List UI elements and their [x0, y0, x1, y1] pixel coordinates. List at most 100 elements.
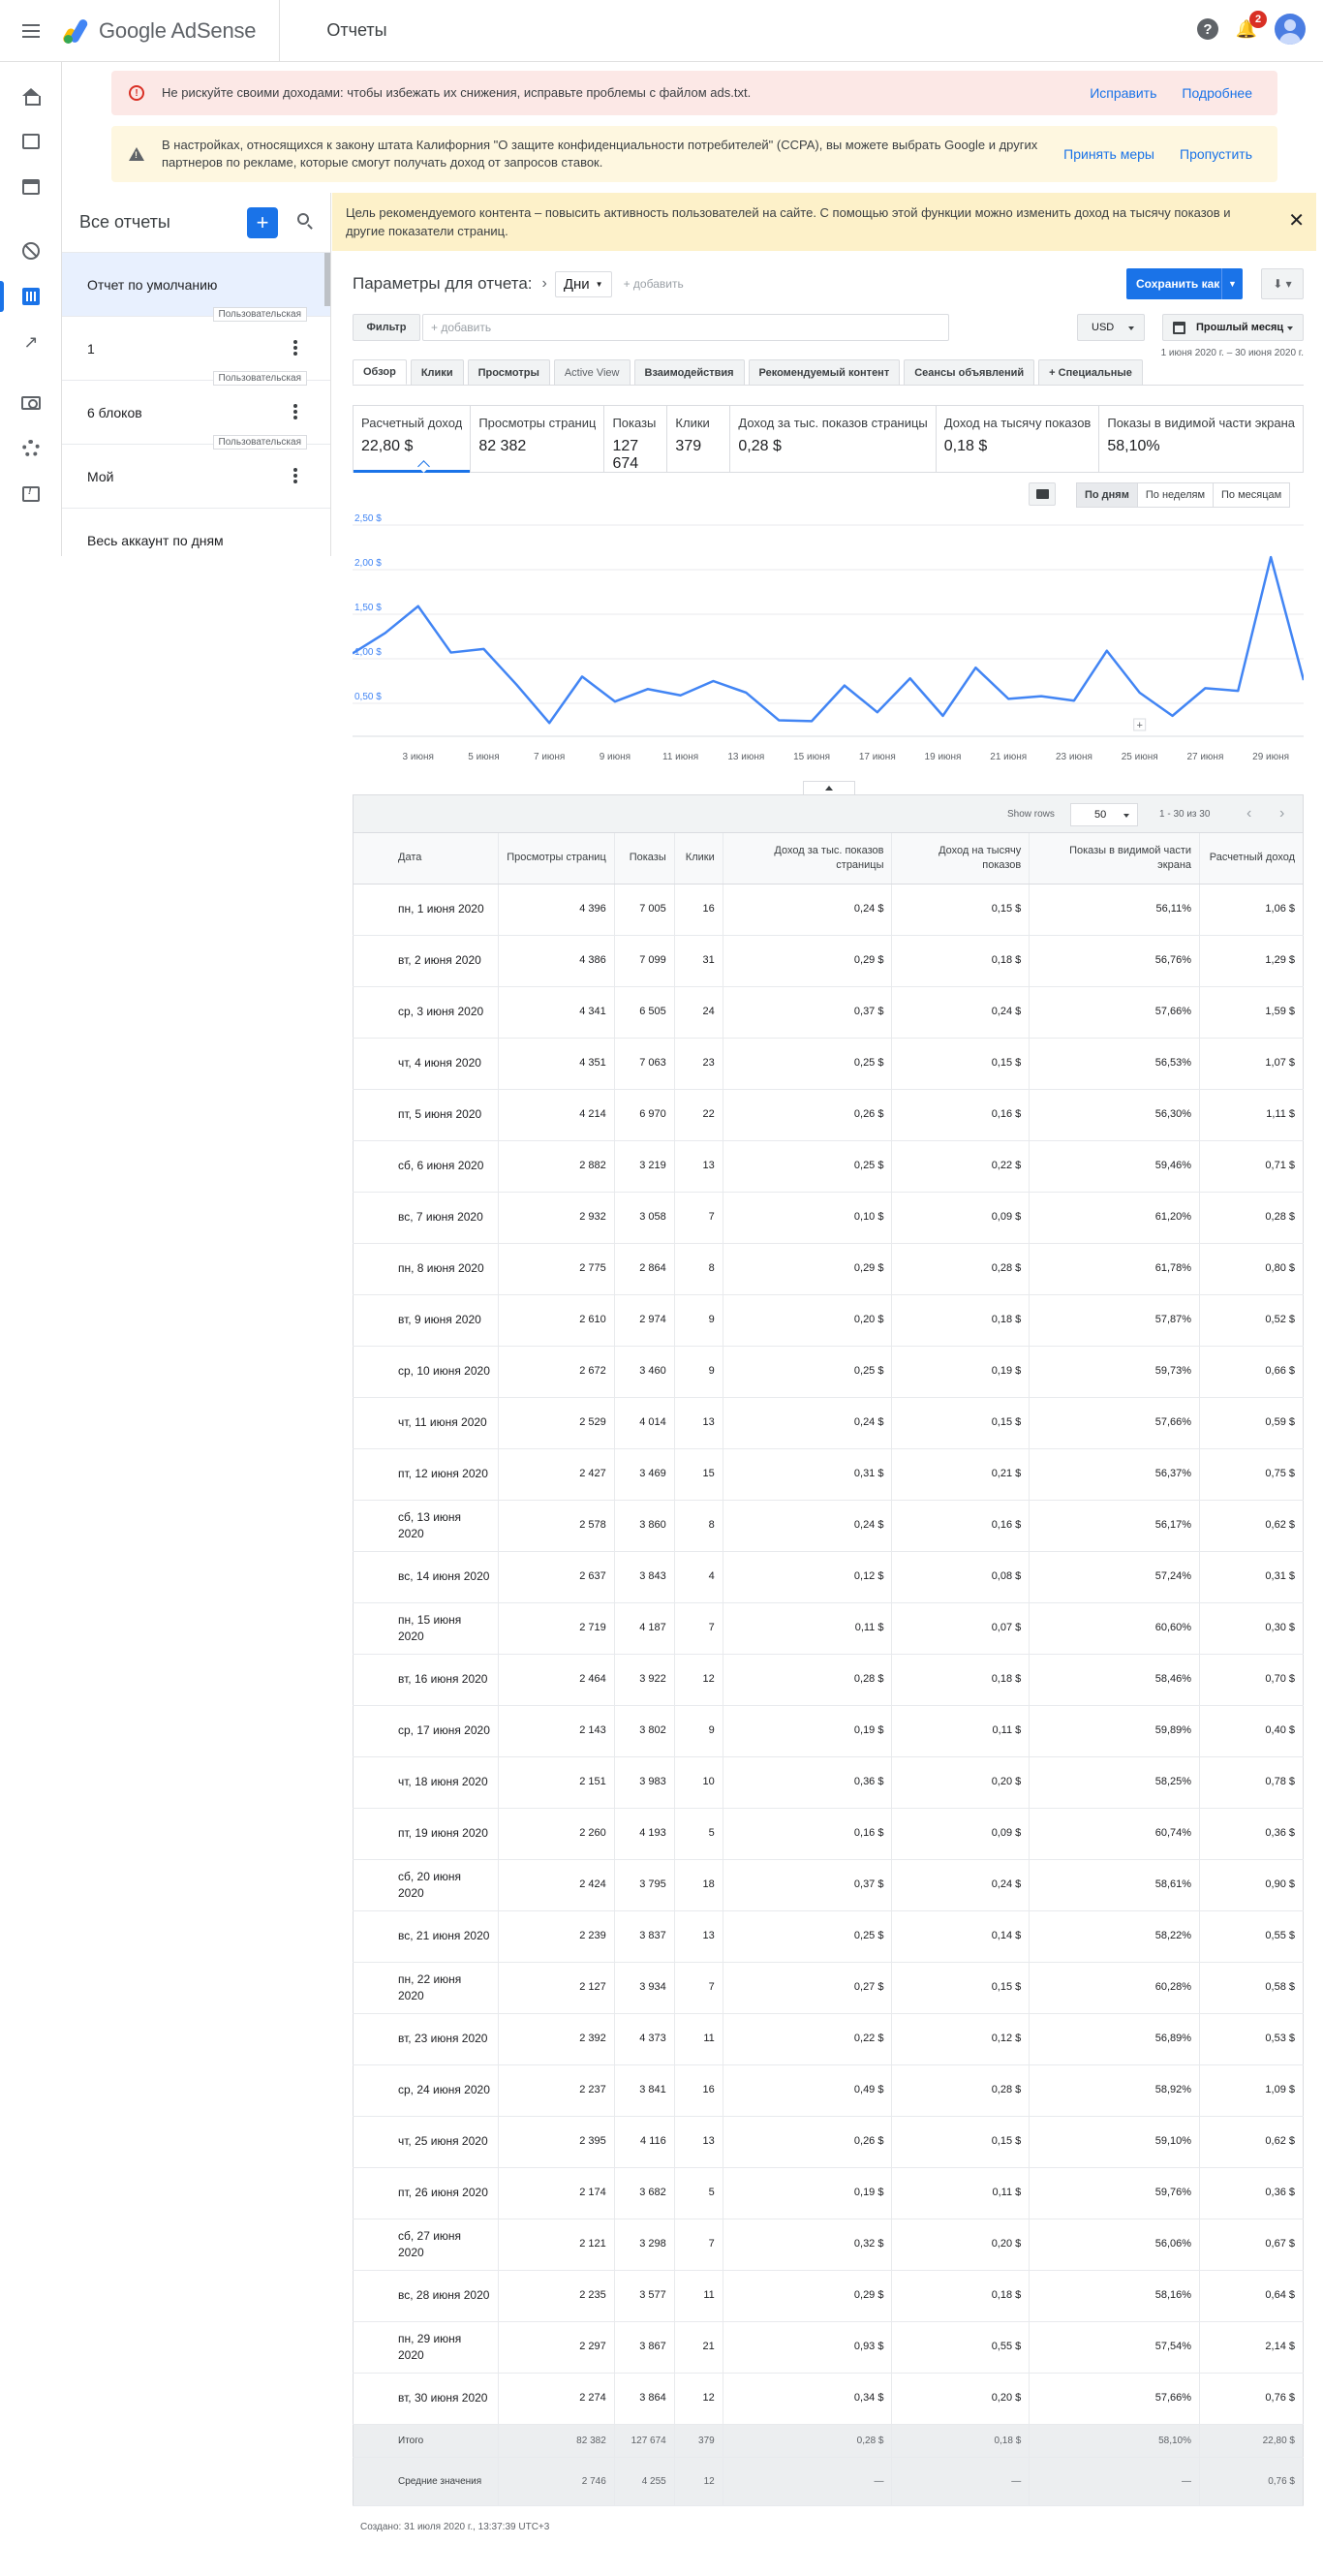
report-item-label: 6 блоков: [87, 404, 142, 420]
column-header[interactable]: Клики: [674, 833, 723, 885]
kpi-clicks[interactable]: Клики 379: [667, 406, 731, 472]
by-week-button[interactable]: По неделям: [1136, 482, 1215, 508]
table-cell: 2 610: [498, 1294, 615, 1347]
help-icon[interactable]: ?: [1197, 18, 1218, 40]
ads-txt-alert-text: Не рискуйте своими доходами: чтобы избеж…: [162, 85, 752, 100]
feedback-icon[interactable]: [0, 473, 62, 515]
save-as-button[interactable]: Сохранить как ▼: [1126, 268, 1243, 299]
table-cell: вт, 9 июня 2020: [353, 1294, 499, 1347]
column-header[interactable]: Доход на тысячу показов: [891, 833, 1031, 885]
table-cell: 12: [674, 1654, 723, 1706]
column-header[interactable]: Расчетный доход: [1199, 833, 1304, 885]
more-vert-icon[interactable]: [293, 340, 297, 344]
table-cell: 3 577: [614, 2270, 675, 2322]
table-cell: 0,15 $: [891, 1038, 1031, 1090]
table-cell: 3 934: [614, 1962, 675, 2014]
download-button[interactable]: ⬇ ▾: [1261, 268, 1304, 299]
report-item-label: Весь аккаунт по дням: [87, 533, 224, 548]
table-cell: 59,46%: [1029, 1140, 1201, 1193]
table-cell: 1,29 $: [1199, 935, 1304, 987]
optimization-icon[interactable]: ↗: [0, 321, 62, 363]
home-icon[interactable]: [0, 75, 62, 117]
comment-icon[interactable]: [1029, 482, 1056, 506]
tab-clicks[interactable]: Клики: [410, 359, 464, 385]
more-vert-icon[interactable]: [293, 468, 297, 472]
kpi-impression-rpm[interactable]: Доход на тысячу показов 0,18 $: [937, 406, 1100, 472]
sites-icon[interactable]: [0, 166, 62, 208]
table-row: сб, 20 июня 2020 2 424 3 795 18 0,37 $0,24 $…: [353, 1859, 1304, 1911]
kpi-estimated-earnings[interactable]: Расчетный доход 22,80 $: [354, 406, 472, 473]
table-cell: 0,71 $: [1199, 1140, 1304, 1193]
menu-icon[interactable]: [0, 0, 62, 62]
by-month-button[interactable]: По месяцам: [1213, 482, 1291, 508]
table-cell: 2 235: [498, 2270, 615, 2322]
period-select[interactable]: Прошлый месяц: [1162, 314, 1304, 341]
learn-more-link[interactable]: Подробнее: [1182, 85, 1252, 101]
table-cell: 2 464: [498, 1654, 615, 1706]
tab-custom[interactable]: + Специальные: [1038, 359, 1143, 385]
kpi-page-rpm[interactable]: Доход за тыс. показов страницы 0,28 $: [730, 406, 937, 472]
table-cell: 22: [674, 1089, 723, 1141]
column-header[interactable]: Просмотры страниц: [498, 833, 615, 885]
save-menu-arrow-icon[interactable]: ▼: [1221, 268, 1243, 299]
search-icon[interactable]: [297, 213, 309, 225]
column-header[interactable]: Показы в видимой части экрана: [1029, 833, 1201, 885]
collapse-chart-icon[interactable]: [803, 781, 855, 794]
tab-views[interactable]: Просмотры: [467, 359, 550, 385]
kpi-page-views[interactable]: Просмотры страниц 82 382: [471, 406, 605, 472]
adsense-logo[interactable]: Google AdSense: [61, 0, 281, 62]
blocking-controls-icon[interactable]: [0, 230, 62, 272]
table-cell: 1,09 $: [1199, 2064, 1304, 2117]
report-item-my[interactable]: Пользовательская Мой: [62, 435, 330, 509]
next-page-icon[interactable]: ›: [1279, 805, 1284, 822]
avatar[interactable]: [1275, 14, 1306, 45]
dimension-value: Дни: [563, 275, 590, 293]
more-vert-icon[interactable]: [293, 404, 297, 408]
table-row: сб, 27 июня 2020 2 121 3 298 7 0,32 $0,20 $5…: [353, 2219, 1304, 2271]
table-row: пн, 29 июня 2020 2 297 3 867 21 0,93 $0,55 $…: [353, 2321, 1304, 2374]
ads-icon[interactable]: [0, 120, 62, 163]
column-header[interactable]: Показы: [614, 833, 675, 885]
table-cell: 0,19 $: [723, 2167, 893, 2219]
show-rows-label: Show rows: [1007, 809, 1055, 820]
table-cell: пн, 8 июня 2020: [353, 1243, 499, 1295]
filter-input[interactable]: + добавить: [422, 314, 949, 341]
tab-ad-sessions[interactable]: Сеансы объявлений: [904, 359, 1035, 385]
dimension-dropdown[interactable]: Дни ▼: [554, 270, 612, 297]
prev-page-icon[interactable]: ‹: [1246, 805, 1251, 822]
table-cell: 61,78%: [1029, 1243, 1201, 1295]
table-cell: 0,31 $: [723, 1448, 893, 1501]
kpi-impressions[interactable]: Показы 127 674: [604, 406, 668, 472]
add-report-button[interactable]: +: [247, 207, 278, 238]
settings-icon[interactable]: [0, 427, 62, 470]
skip-link[interactable]: Пропустить: [1180, 146, 1252, 162]
reports-icon[interactable]: [0, 275, 62, 318]
table-cell: 0,93 $: [723, 2321, 893, 2374]
table-cell: 0,64 $: [1199, 2270, 1304, 2322]
close-icon[interactable]: ✕: [1288, 211, 1305, 231]
filter-button[interactable]: Фильтр: [353, 314, 420, 341]
kpi-viewability[interactable]: Показы в видимой части экрана 58,10%: [1099, 406, 1303, 472]
tab-overview[interactable]: Обзор: [353, 359, 407, 385]
payments-icon[interactable]: [0, 382, 62, 424]
report-item-account-by-day[interactable]: Весь аккаунт по дням: [62, 509, 330, 573]
tab-recommended-content[interactable]: Рекомендуемый контент: [748, 359, 901, 385]
by-day-button[interactable]: По дням: [1076, 482, 1138, 508]
fix-link[interactable]: Исправить: [1090, 85, 1156, 101]
ccpa-alert-text: В настройках, относящихся к закону штата…: [162, 138, 1038, 170]
tab-active-view[interactable]: Active View: [553, 359, 631, 385]
rows-per-page-select[interactable]: 50: [1070, 803, 1138, 826]
table-cell: 0,26 $: [723, 2116, 893, 2168]
currency-select[interactable]: USD: [1077, 314, 1145, 341]
table-cell: 2 127: [498, 1962, 615, 2014]
x-tick-label: 3 июня: [403, 752, 434, 762]
notifications-icon[interactable]: 🔔 2: [1236, 11, 1267, 40]
add-dimension-link[interactable]: + добавить: [624, 277, 684, 291]
tab-interactions[interactable]: Взаимодействия: [633, 359, 745, 385]
table-cell: 5: [674, 1808, 723, 1860]
take-action-link[interactable]: Принять меры: [1063, 146, 1154, 162]
column-header[interactable]: Дата: [353, 833, 499, 885]
column-header[interactable]: Доход за тыс. показов страницы: [723, 833, 893, 885]
banner-text: Цель рекомендуемого контента – повысить …: [346, 205, 1231, 238]
table-cell: 0,36 $: [723, 1756, 893, 1809]
